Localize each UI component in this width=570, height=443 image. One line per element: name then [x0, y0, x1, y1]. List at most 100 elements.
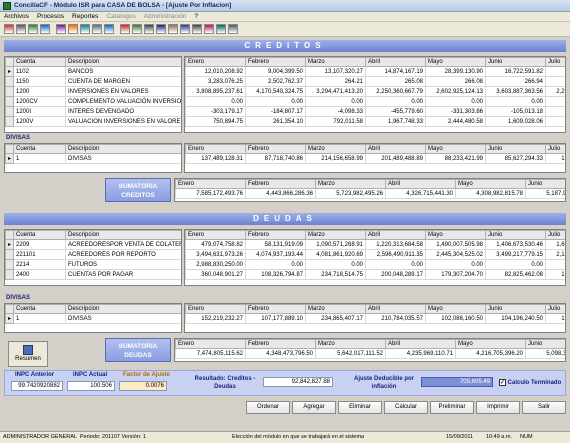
table-row[interactable]: 1200CV COMPLEMENTO VALUACIÓN INVERSIONES: [5, 96, 181, 107]
month-header[interactable]: Marzo: [305, 304, 366, 314]
cell-value[interactable]: 107,177,889.10: [245, 313, 306, 324]
table-row[interactable]: 1200V VALUACION INVERSIONES EN VALORES: [5, 116, 181, 127]
month-header[interactable]: Mayo: [425, 230, 486, 240]
month-header[interactable]: Marzo: [305, 57, 366, 67]
cell-value[interactable]: 792,011.58: [305, 116, 366, 127]
cell-value[interactable]: -455,779.60: [365, 106, 426, 117]
cell-value[interactable]: 87,718,740.86: [245, 153, 306, 164]
cell-value[interactable]: 265.08: [365, 76, 426, 87]
cell-descripcion[interactable]: INTERES DEVENGADO: [65, 106, 181, 117]
cell-value[interactable]: 0.00: [545, 259, 565, 270]
month-header[interactable]: Junio: [485, 304, 546, 314]
table-row[interactable]: 152,219,232.27 107,177,889.10 234,865,407.…: [185, 313, 565, 324]
toolbar-icon-1[interactable]: [16, 24, 26, 34]
table-row[interactable]: 3,808,895,237.61 4,170,540,324.75 3,294,47…: [185, 86, 565, 97]
deudas-divisas-accounts-grid[interactable]: Cuenta Descripcion ▸ 1 DIVISAS: [4, 303, 182, 333]
cell-value[interactable]: 3,283,076.25: [185, 76, 246, 87]
table-row[interactable]: 3,494,631,973.26 4,074,937,193.44 4,081,86…: [185, 249, 565, 260]
table-row[interactable]: 3,283,076.25 2,502,762.37 264.21 265.08 266.…: [185, 76, 565, 87]
toolbar-icon-15[interactable]: [192, 24, 202, 34]
month-header[interactable]: Junio: [485, 57, 546, 67]
cell-value[interactable]: 266.94: [485, 76, 546, 87]
cell-value[interactable]: 200,048,289.17: [365, 269, 426, 280]
cell-value[interactable]: 3,808,895,237.61: [185, 86, 246, 97]
cell-cuenta[interactable]: 1150: [13, 76, 66, 87]
cell-value[interactable]: -331,303.86: [425, 106, 486, 117]
cell-value[interactable]: 1,607,584,379.55: [545, 239, 565, 250]
month-header[interactable]: Abril: [365, 144, 426, 154]
cell-value[interactable]: 1,090,571,268.91: [305, 239, 366, 250]
month-header[interactable]: Febrero: [245, 230, 306, 240]
cell-value[interactable]: 179,307,204.70: [425, 269, 486, 280]
month-header[interactable]: Julio: [545, 230, 565, 240]
salir-button[interactable]: Salir: [522, 401, 566, 414]
month-header[interactable]: Enero: [185, 304, 246, 314]
month-header[interactable]: Julio: [545, 57, 565, 67]
cell-descripcion[interactable]: ACREEDORES POR REPORTO: [65, 249, 181, 260]
table-row[interactable]: 0.000.000.000.000.000.000.00: [185, 96, 565, 107]
cell-value[interactable]: 152,219,232.27: [185, 313, 246, 324]
month-header[interactable]: Marzo: [305, 230, 366, 240]
cell-value[interactable]: 214,156,658.99: [305, 153, 366, 164]
toolbar-icon-14[interactable]: [180, 24, 190, 34]
month-header[interactable]: Abril: [365, 230, 426, 240]
table-row[interactable]: 750,894.75 261,354.10 792,011.58 1,967,748.…: [185, 116, 565, 127]
agregar-button[interactable]: Agregar: [292, 401, 336, 414]
table-row[interactable]: ▸2209ACREEDORESPOR VENTA DE COLATERALES: [5, 239, 181, 250]
month-header[interactable]: Julio: [545, 304, 565, 314]
cell-value[interactable]: 2,602,925,124.13: [425, 86, 486, 97]
table-row[interactable]: 2214 FUTUROS: [5, 259, 181, 270]
table-row[interactable]: ▸ 1102 BANCOS: [5, 66, 181, 77]
cell-value[interactable]: -303,179.17: [185, 106, 246, 117]
cell-value[interactable]: 750,894.75: [185, 116, 246, 127]
cell-value[interactable]: 234,865,407.17: [305, 313, 366, 324]
cell-value[interactable]: 14,874,167.19: [365, 66, 426, 77]
toolbar-icon-18[interactable]: [228, 24, 238, 34]
toolbar-icon-2[interactable]: [28, 24, 38, 34]
table-row[interactable]: 360,048,901.27 108,326,794.87 234,718,514.…: [185, 269, 565, 280]
cell-value[interactable]: 0.00: [365, 259, 426, 270]
cell-value[interactable]: 9,004,399.50: [245, 66, 306, 77]
calculo-terminado-checkbox[interactable]: ✓ Calculo Terminado: [499, 379, 561, 386]
cell-cuenta[interactable]: 1200I: [13, 106, 66, 117]
cell-cuenta[interactable]: 2214: [13, 259, 66, 270]
column-header[interactable]: Cuenta: [13, 57, 66, 67]
cell-cuenta[interactable]: 1200CV: [13, 96, 66, 107]
cell-cuenta[interactable]: 2209: [13, 239, 66, 250]
cell-value[interactable]: 4,170,540,324.75: [245, 86, 306, 97]
cell-value[interactable]: 2,132,320,916.25: [545, 249, 565, 260]
cell-value[interactable]: 13,107,320.27: [305, 66, 366, 77]
ordenar-button[interactable]: Ordenar: [246, 401, 290, 414]
cell-value[interactable]: 3,494,631,973.26: [185, 249, 246, 260]
cell-value[interactable]: 82,825,462.08: [485, 269, 546, 280]
cell-descripcion[interactable]: ACREEDORESPOR VENTA DE COLATERALES: [65, 239, 181, 250]
menu-item-5[interactable]: ?: [190, 12, 202, 22]
toolbar-icon-7[interactable]: [92, 24, 102, 34]
menu-item-1[interactable]: Procesos: [33, 12, 68, 22]
cell-value[interactable]: -781,379.00: [545, 106, 565, 117]
cell-descripcion[interactable]: BANCOS: [65, 66, 181, 77]
cell-cuenta[interactable]: 2400: [13, 269, 66, 280]
toolbar-icon-6[interactable]: [80, 24, 90, 34]
column-header[interactable]: Descripcion: [65, 144, 181, 154]
cell-value[interactable]: 190,973,063.90: [545, 313, 565, 324]
cell-value[interactable]: 267.81: [545, 76, 565, 87]
menu-item-3[interactable]: Catalogos: [102, 12, 139, 22]
table-row[interactable]: ▸ 1 DIVISAS: [5, 313, 181, 324]
cell-value[interactable]: 12,010,208.92: [185, 66, 246, 77]
cell-cuenta[interactable]: 1102: [13, 66, 66, 77]
toolbar-icon-3[interactable]: [40, 24, 50, 34]
table-row[interactable]: 2,988,830,250.000.000.000.000.000.000.00: [185, 259, 565, 270]
deudas-divisas-months-grid[interactable]: Enero Febrero Marzo Abril Mayo Junio Julio 152,…: [184, 303, 566, 333]
creditos-divisas-accounts-grid[interactable]: Cuenta Descripcion ▸ 1 DIVISAS: [4, 143, 182, 173]
cell-value[interactable]: 266.08: [425, 76, 486, 87]
inpc-actual-field[interactable]: 100.506: [67, 381, 115, 391]
month-header[interactable]: Febrero: [245, 144, 306, 154]
cell-descripcion[interactable]: VALUACION INVERSIONES EN VALORES: [65, 116, 181, 127]
toolbar-icon-5[interactable]: [68, 24, 78, 34]
cell-value[interactable]: 3,294,471,413.20: [305, 86, 366, 97]
month-header[interactable]: Julio: [545, 144, 565, 154]
cell-value[interactable]: 2,445,304,525.02: [425, 249, 486, 260]
toolbar-icon-11[interactable]: [144, 24, 154, 34]
calcular-button[interactable]: Calcular: [384, 401, 428, 414]
